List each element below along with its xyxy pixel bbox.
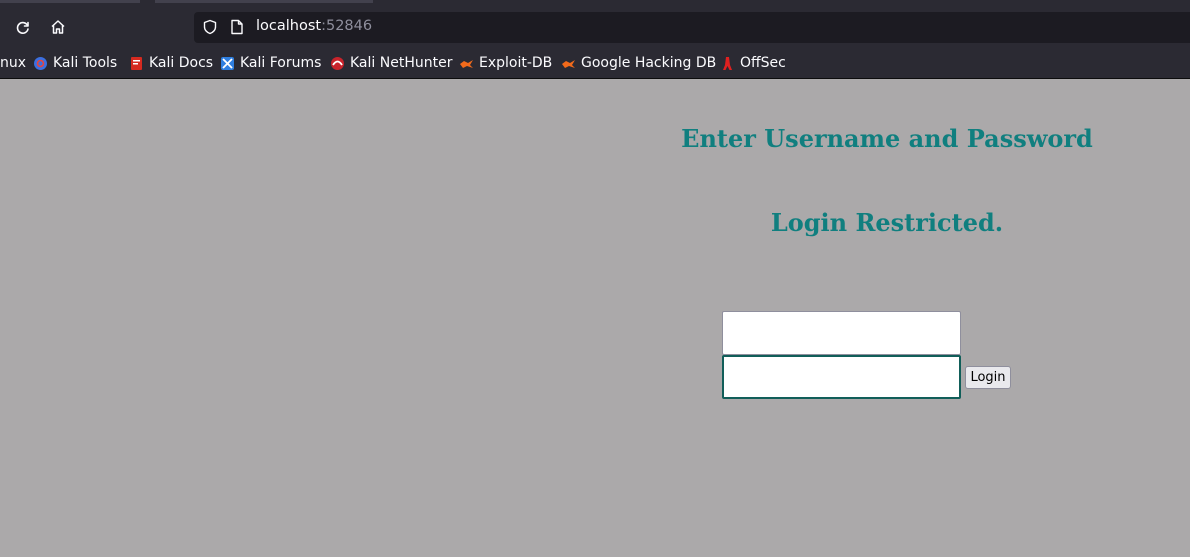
page-heading: Enter Username and Password <box>681 124 1093 153</box>
bookmark-label: Google Hacking DB <box>581 55 717 71</box>
bookmark-google-hacking-db[interactable]: Google Hacking DB <box>561 53 716 73</box>
bookmark-label: Exploit-DB <box>479 55 553 71</box>
username-input[interactable] <box>722 311 961 355</box>
bookmark-label: nux <box>0 55 27 71</box>
exploit-db-icon <box>561 56 576 71</box>
offsec-icon <box>720 56 735 71</box>
exploit-db-icon <box>459 56 474 71</box>
bookmark-kali-linux[interactable]: nux <box>0 53 26 73</box>
kali-nethunter-icon <box>330 56 345 71</box>
bookmarks-toolbar: nux Kali Tools Kali Docs Kali Forums Kal… <box>0 50 1190 76</box>
bookmark-kali-tools[interactable]: Kali Tools <box>33 53 117 73</box>
tracking-protection-shield-icon[interactable] <box>202 19 218 39</box>
login-button[interactable]: Login <box>965 366 1011 389</box>
kali-forums-icon <box>220 56 235 71</box>
tab-edge[interactable] <box>0 0 140 3</box>
kali-tools-icon <box>33 56 48 71</box>
page-info-icon[interactable] <box>230 19 244 39</box>
url-text[interactable]: localhost:52846 <box>256 18 372 34</box>
home-icon[interactable] <box>46 15 70 39</box>
bookmark-kali-docs[interactable]: Kali Docs <box>129 53 213 73</box>
bookmark-label: Kali Forums <box>240 55 322 71</box>
url-bar[interactable]: localhost:52846 <box>194 12 1190 43</box>
reload-icon[interactable] <box>11 15 35 39</box>
bookmark-label: Kali Tools <box>53 55 118 71</box>
browser-chrome: localhost:52846 nux Kali Tools Kali Docs… <box>0 0 1190 79</box>
kali-docs-icon <box>129 56 144 71</box>
page-content: Enter Username and Password Login Restri… <box>0 79 1190 557</box>
bookmark-kali-forums[interactable]: Kali Forums <box>220 53 321 73</box>
url-host: localhost <box>256 18 322 34</box>
login-status-message: Login Restricted. <box>770 208 1004 237</box>
bookmark-offsec[interactable]: OffSec <box>720 53 786 73</box>
active-tab-edge[interactable] <box>155 0 373 3</box>
bookmark-exploit-db[interactable]: Exploit-DB <box>459 53 552 73</box>
password-input[interactable] <box>722 355 961 399</box>
bookmark-kali-nethunter[interactable]: Kali NetHunter <box>330 53 452 73</box>
bookmark-label: Kali Docs <box>149 55 214 71</box>
url-port: :52846 <box>321 18 373 34</box>
bookmark-label: Kali NetHunter <box>350 55 453 71</box>
bookmark-label: OffSec <box>740 55 786 71</box>
